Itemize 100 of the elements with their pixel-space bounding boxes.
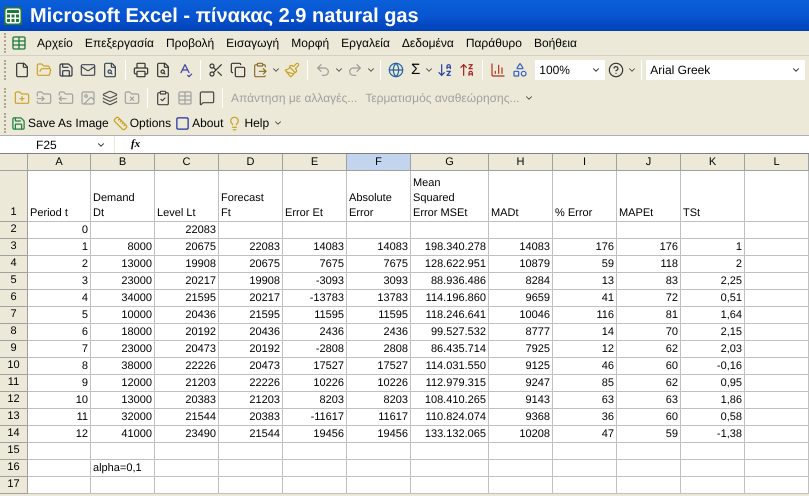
table-cell: 118: [617, 256, 681, 273]
column-header[interactable]: G: [411, 154, 489, 171]
table-cell: 20192: [155, 324, 219, 341]
table-cell: 63: [553, 392, 617, 409]
table-cell: 20217: [155, 273, 219, 290]
table-cell: 8203: [347, 392, 411, 409]
name-box[interactable]: F25: [0, 136, 115, 153]
table-cell: 12: [28, 426, 91, 443]
empty-cell: [681, 222, 745, 239]
addin-toolbar-button[interactable]: About: [175, 114, 228, 132]
table-cell: 20192: [219, 341, 283, 358]
empty-cell: [681, 443, 745, 460]
row-header[interactable]: 15: [0, 443, 28, 460]
table-cell: 7675: [283, 256, 347, 273]
column-header[interactable]: L: [745, 154, 809, 171]
table-cell: 13: [553, 273, 617, 290]
empty-cell: [489, 443, 553, 460]
table-cell: Absolute Error: [347, 171, 411, 222]
table-cell: 13783: [347, 290, 411, 307]
empty-cell: [745, 273, 809, 290]
table-cell: 12: [553, 341, 617, 358]
row-header[interactable]: 9: [0, 341, 28, 358]
menu-item[interactable]: Αρχείο: [31, 34, 79, 52]
table-cell: 176: [553, 239, 617, 256]
menu-item[interactable]: Μορφή: [285, 34, 336, 52]
empty-cell: [219, 477, 283, 494]
column-header[interactable]: D: [219, 154, 283, 171]
empty-cell: [219, 443, 283, 460]
menu-item[interactable]: Παράθυρο: [460, 34, 528, 52]
menu-item[interactable]: Βοήθεια: [528, 34, 583, 52]
table-cell: 60: [617, 358, 681, 375]
empty-cell: [745, 341, 809, 358]
empty-cell: [617, 477, 681, 494]
table-cell: 21544: [219, 426, 283, 443]
empty-cell: [745, 239, 809, 256]
table-cell: 17527: [283, 358, 347, 375]
table-cell: 21203: [155, 375, 219, 392]
column-header[interactable]: E: [283, 154, 347, 171]
empty-cell: [91, 443, 155, 460]
table-cell: 2436: [347, 324, 411, 341]
row-header[interactable]: 17: [0, 477, 28, 494]
table-cell: % Error: [553, 171, 617, 222]
row-header[interactable]: 5: [0, 273, 28, 290]
row-header[interactable]: 2: [0, 222, 28, 239]
row-header[interactable]: 7: [0, 307, 28, 324]
row-header[interactable]: 1: [0, 171, 28, 222]
column-header[interactable]: C: [155, 154, 219, 171]
table-cell: 19456: [283, 426, 347, 443]
table-cell: 21544: [155, 409, 219, 426]
table-cell: 118.246.641: [411, 307, 489, 324]
table-cell: 32000: [91, 409, 155, 426]
row-header[interactable]: 12: [0, 392, 28, 409]
table-cell: 21595: [155, 290, 219, 307]
column-header[interactable]: J: [617, 154, 681, 171]
empty-cell: [553, 477, 617, 494]
table-cell: 110.824.074: [411, 409, 489, 426]
table-cell: 9125: [489, 358, 553, 375]
table-cell: -3093: [283, 273, 347, 290]
empty-cell: [745, 460, 809, 477]
addin-toolbar-button[interactable]: Save As Image: [11, 114, 113, 132]
row-header[interactable]: 3: [0, 239, 28, 256]
autosum-button[interactable]: Σ: [407, 58, 424, 82]
row-header[interactable]: 11: [0, 375, 28, 392]
column-header[interactable]: F: [347, 154, 411, 171]
row-header[interactable]: 13: [0, 409, 28, 426]
column-header[interactable]: K: [681, 154, 745, 171]
menu-item[interactable]: Προβολή: [160, 34, 220, 52]
column-header[interactable]: H: [489, 154, 553, 171]
table-cell: 23490: [155, 426, 219, 443]
table-cell: 21203: [219, 392, 283, 409]
row-header[interactable]: 14: [0, 426, 28, 443]
table-cell: -0,16: [681, 358, 745, 375]
column-header[interactable]: A: [28, 154, 91, 171]
table-cell: 5: [28, 307, 91, 324]
menu-item[interactable]: Επεξεργασία: [78, 34, 160, 52]
workbook-icon[interactable]: [11, 35, 27, 51]
empty-cell: [283, 222, 347, 239]
column-header[interactable]: I: [553, 154, 617, 171]
font-combo[interactable]: Arial Greek: [646, 60, 805, 80]
menu-item[interactable]: Δεδομένα: [396, 34, 460, 52]
table-cell: 11595: [283, 307, 347, 324]
table-cell: 11595: [347, 307, 411, 324]
table-cell: 81: [617, 307, 681, 324]
addin-toolbar-button[interactable]: Help: [227, 114, 274, 132]
menu-item[interactable]: Εισαγωγή: [220, 34, 286, 52]
table-cell: 9: [28, 375, 91, 392]
row-header[interactable]: 10: [0, 358, 28, 375]
zoom-combo[interactable]: 100%: [535, 60, 606, 80]
empty-cell: [347, 477, 411, 494]
row-header[interactable]: 8: [0, 324, 28, 341]
row-header[interactable]: 16: [0, 460, 28, 477]
table-cell: MADt: [489, 171, 553, 222]
table-cell: 22083: [155, 222, 219, 239]
row-header[interactable]: 6: [0, 290, 28, 307]
addin-toolbar-button[interactable]: Options: [112, 114, 176, 132]
menu-item[interactable]: Εργαλεία: [335, 34, 396, 52]
function-label[interactable]: fx: [115, 136, 156, 153]
table-cell: 19908: [155, 256, 219, 273]
row-header[interactable]: 4: [0, 256, 28, 273]
column-header[interactable]: B: [91, 154, 155, 171]
